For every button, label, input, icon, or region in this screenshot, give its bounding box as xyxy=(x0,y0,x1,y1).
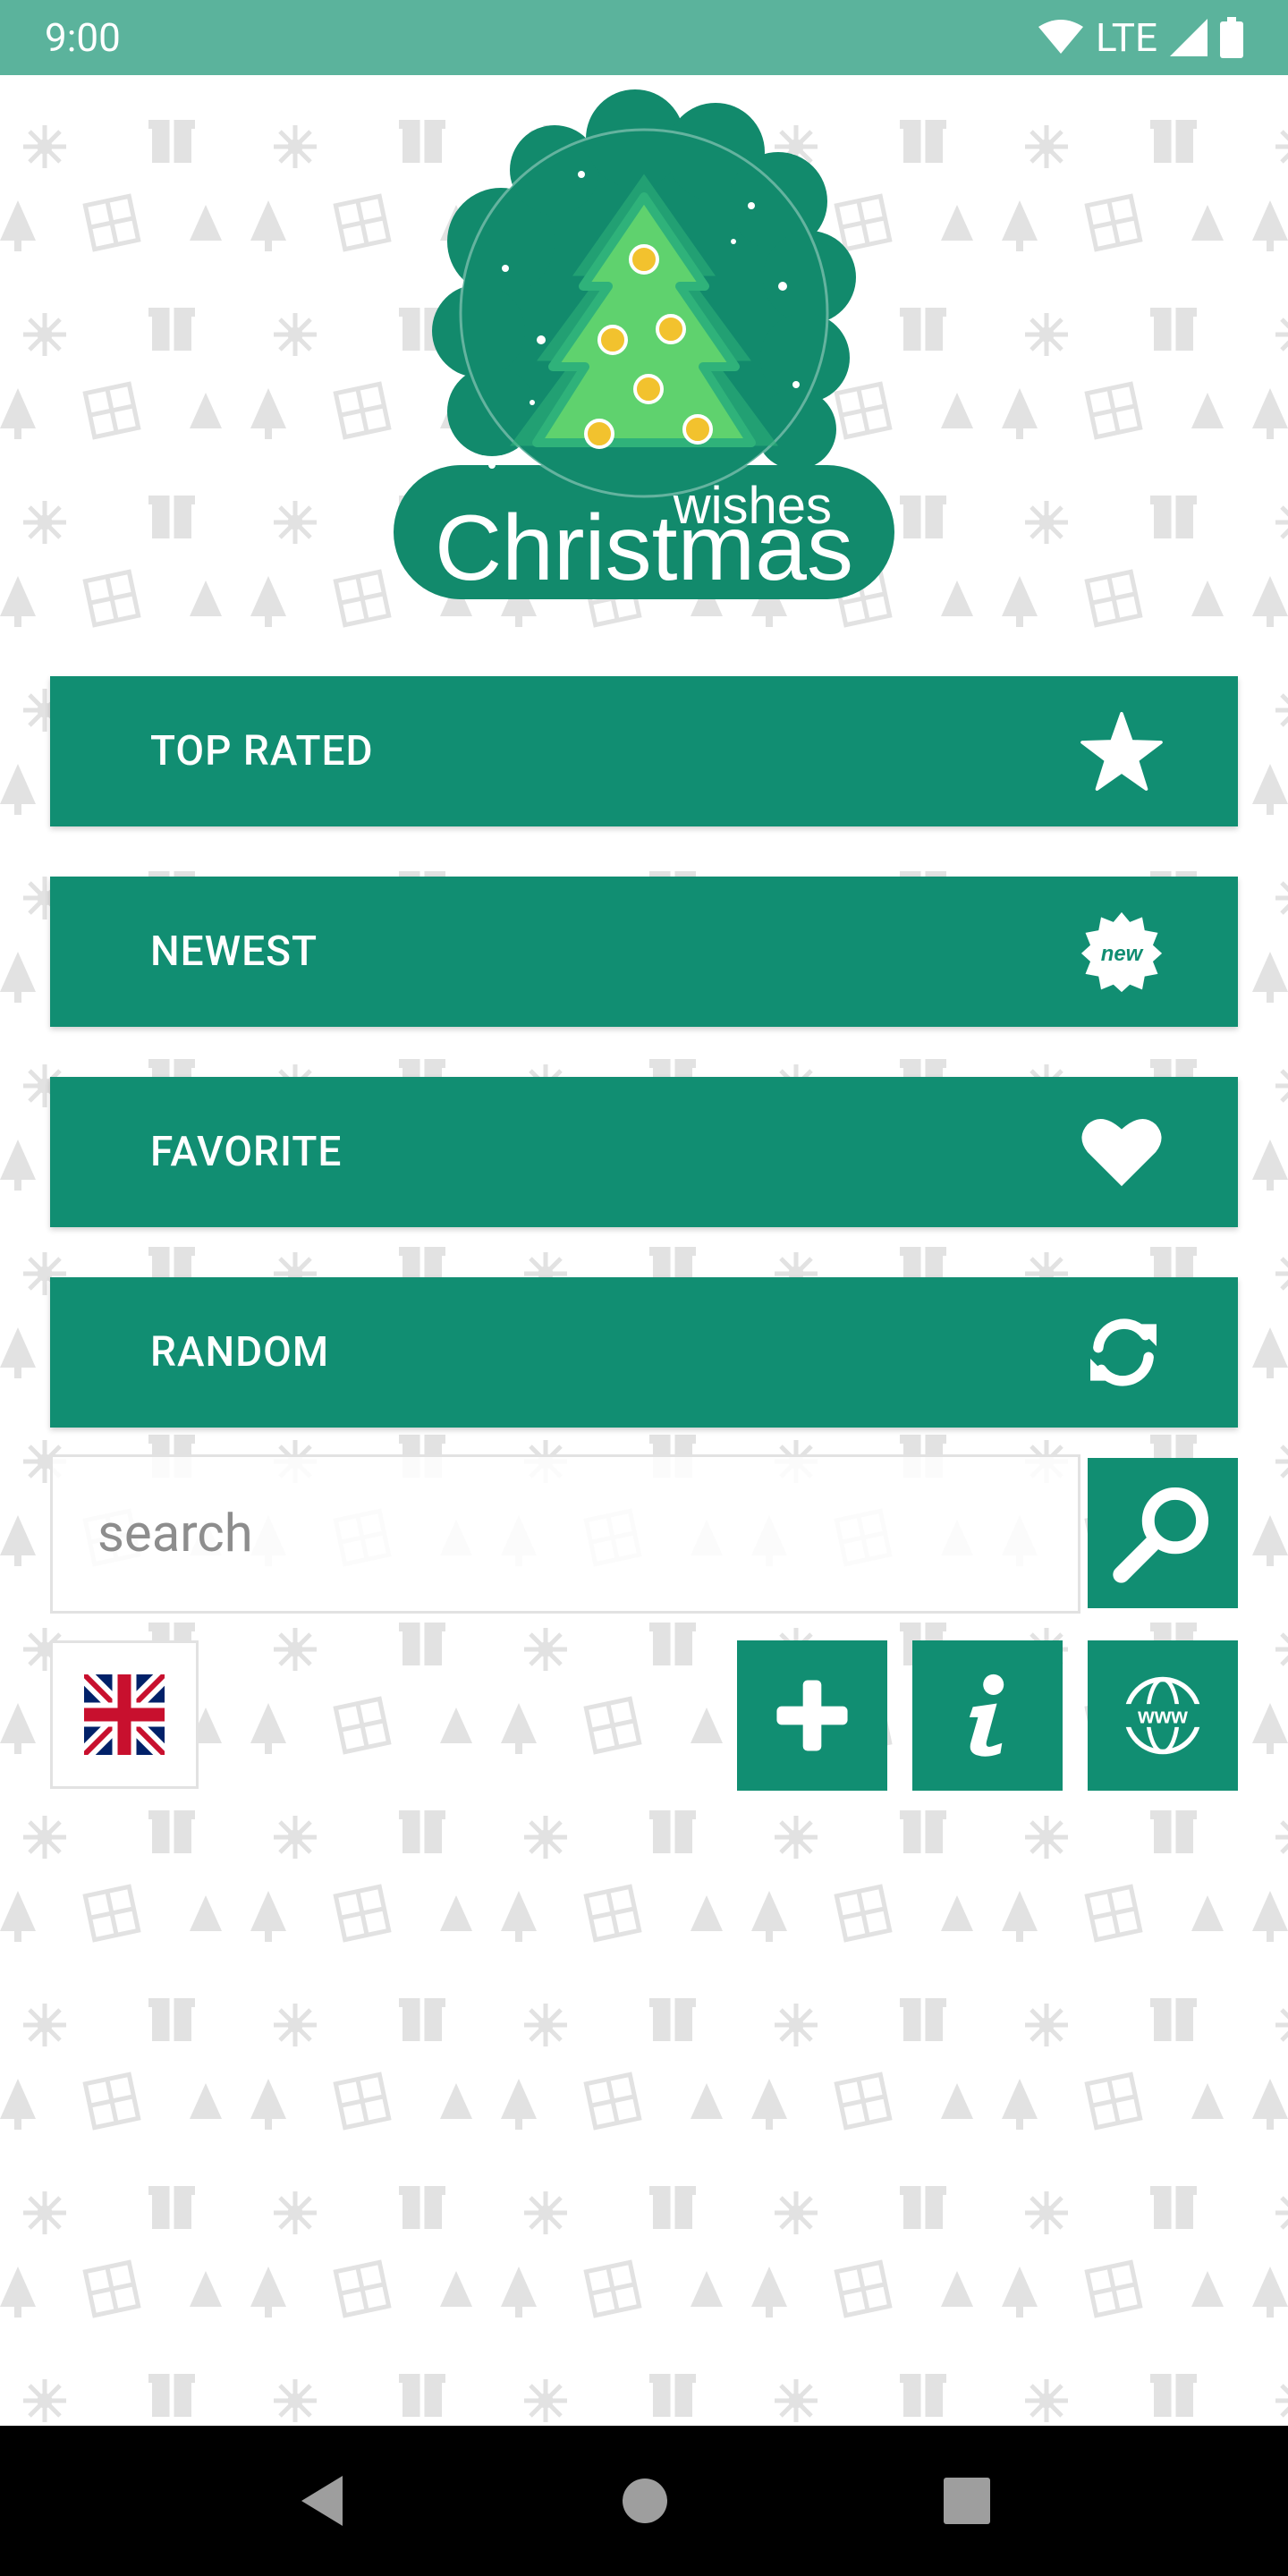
info-icon xyxy=(969,1674,1004,1757)
random-button[interactable]: RANDOM xyxy=(50,1277,1238,1428)
new-badge-text: new xyxy=(1101,942,1144,966)
back-icon[interactable] xyxy=(298,2474,346,2528)
star-icon xyxy=(1080,712,1163,791)
logo-text-christmas: Christmas xyxy=(435,496,853,600)
status-bar: 9:00 LTE xyxy=(0,0,1288,75)
status-time: 9:00 xyxy=(45,14,121,61)
status-icons: LTE xyxy=(1038,14,1243,61)
app-logo: wishes Christmas xyxy=(376,89,912,608)
www-text: www xyxy=(1137,1704,1188,1728)
newest-button[interactable]: NEWEST new xyxy=(50,877,1238,1027)
refresh-icon xyxy=(1084,1313,1163,1392)
heart-icon xyxy=(1080,1116,1163,1188)
plus-icon xyxy=(776,1680,848,1751)
random-label: RANDOM xyxy=(150,1328,330,1377)
favorite-label: FAVORITE xyxy=(150,1128,343,1176)
system-nav-bar xyxy=(0,2426,1288,2576)
battery-icon xyxy=(1220,17,1243,58)
add-wish-button[interactable] xyxy=(737,1640,887,1791)
top-rated-button[interactable]: TOP RATED xyxy=(50,676,1238,826)
home-icon[interactable] xyxy=(621,2477,669,2525)
website-button[interactable]: www xyxy=(1088,1640,1238,1791)
newest-label: NEWEST xyxy=(150,928,318,976)
new-badge-icon: new xyxy=(1080,911,1163,993)
network-type: LTE xyxy=(1095,14,1157,61)
search-icon xyxy=(1113,1487,1209,1583)
info-button[interactable] xyxy=(912,1640,1063,1791)
search-field[interactable] xyxy=(50,1454,1080,1614)
top-rated-label: TOP RATED xyxy=(150,727,374,775)
favorite-button[interactable]: FAVORITE xyxy=(50,1077,1238,1227)
search-input[interactable] xyxy=(96,1503,1078,1565)
globe-www-icon: www xyxy=(1122,1676,1204,1755)
signal-icon xyxy=(1170,19,1208,56)
language-button[interactable] xyxy=(50,1640,199,1789)
wifi-icon xyxy=(1038,20,1083,54)
search-button[interactable] xyxy=(1088,1458,1238,1608)
recents-icon[interactable] xyxy=(943,2478,990,2524)
uk-flag-icon xyxy=(84,1674,165,1755)
